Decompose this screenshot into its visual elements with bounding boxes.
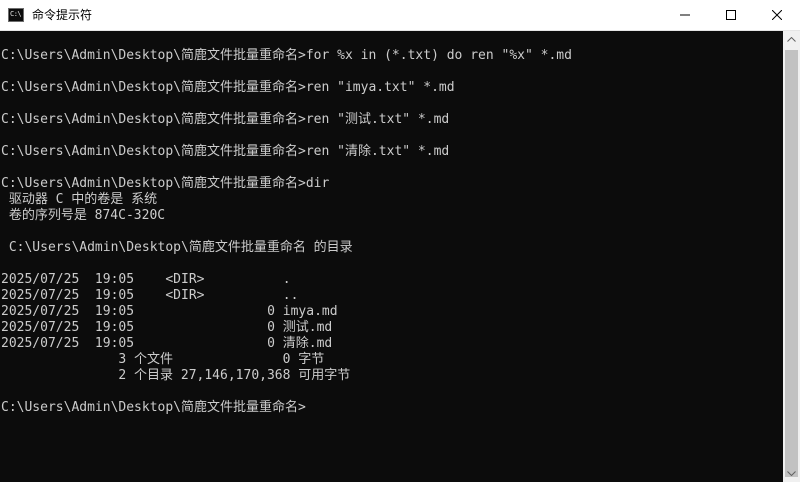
console-line-19: 2025/07/25 19:05 0 清除.md xyxy=(1,336,333,351)
console-line-9: C:\Users\Admin\Desktop\简鹿文件批量重命名>dir xyxy=(1,176,330,191)
vertical-scrollbar[interactable] xyxy=(783,31,800,482)
scrollbar-thumb[interactable] xyxy=(785,50,798,477)
console-line-20: 3 个文件 0 字节 xyxy=(1,352,325,367)
cmd-icon-label: C:\ xyxy=(10,10,22,18)
minimize-icon xyxy=(680,14,690,16)
chevron-down-icon xyxy=(787,471,796,476)
window-title: 命令提示符 xyxy=(32,8,93,22)
console-line-3: C:\Users\Admin\Desktop\简鹿文件批量重命名>ren "im… xyxy=(1,80,455,95)
command-prompt-window: C:\ 命令提示符 C:\Users\Admin\Desktop\简鹿文件批量重… xyxy=(0,0,800,482)
scroll-up-button[interactable] xyxy=(783,31,800,48)
console-line-1: C:\Users\Admin\Desktop\简鹿文件批量重命名>for %x … xyxy=(1,48,572,63)
maximize-button[interactable] xyxy=(708,0,754,30)
console-line-11: 卷的序列号是 874C-320C xyxy=(1,208,166,223)
console-line-15: 2025/07/25 19:05 <DIR> . xyxy=(1,272,291,287)
console-output[interactable]: C:\Users\Admin\Desktop\简鹿文件批量重命名>for %x … xyxy=(0,31,783,482)
scroll-down-button[interactable] xyxy=(783,465,800,482)
title-bar[interactable]: C:\ 命令提示符 xyxy=(0,0,800,31)
console-line-7: C:\Users\Admin\Desktop\简鹿文件批量重命名>ren "清除… xyxy=(1,144,450,159)
chevron-up-icon xyxy=(787,37,796,42)
minimize-button[interactable] xyxy=(662,0,708,30)
console-line-18: 2025/07/25 19:05 0 测试.md xyxy=(1,320,333,335)
maximize-icon xyxy=(726,10,736,20)
close-button[interactable] xyxy=(754,0,800,30)
console-line-17: 2025/07/25 19:05 0 imya.md xyxy=(1,304,338,319)
cmd-icon: C:\ xyxy=(8,8,24,22)
console-line-13: C:\Users\Admin\Desktop\简鹿文件批量重命名 的目录 xyxy=(1,240,353,255)
close-icon xyxy=(772,10,782,20)
console-line-10: 驱动器 C 中的卷是 系统 xyxy=(1,192,158,207)
console-line-5: C:\Users\Admin\Desktop\简鹿文件批量重命名>ren "测试… xyxy=(1,112,450,127)
console-line-16: 2025/07/25 19:05 <DIR> .. xyxy=(1,288,299,303)
console-line-21: 2 个目录 27,146,170,368 可用字节 xyxy=(1,368,351,383)
console-line-23: C:\Users\Admin\Desktop\简鹿文件批量重命名> xyxy=(1,400,306,415)
